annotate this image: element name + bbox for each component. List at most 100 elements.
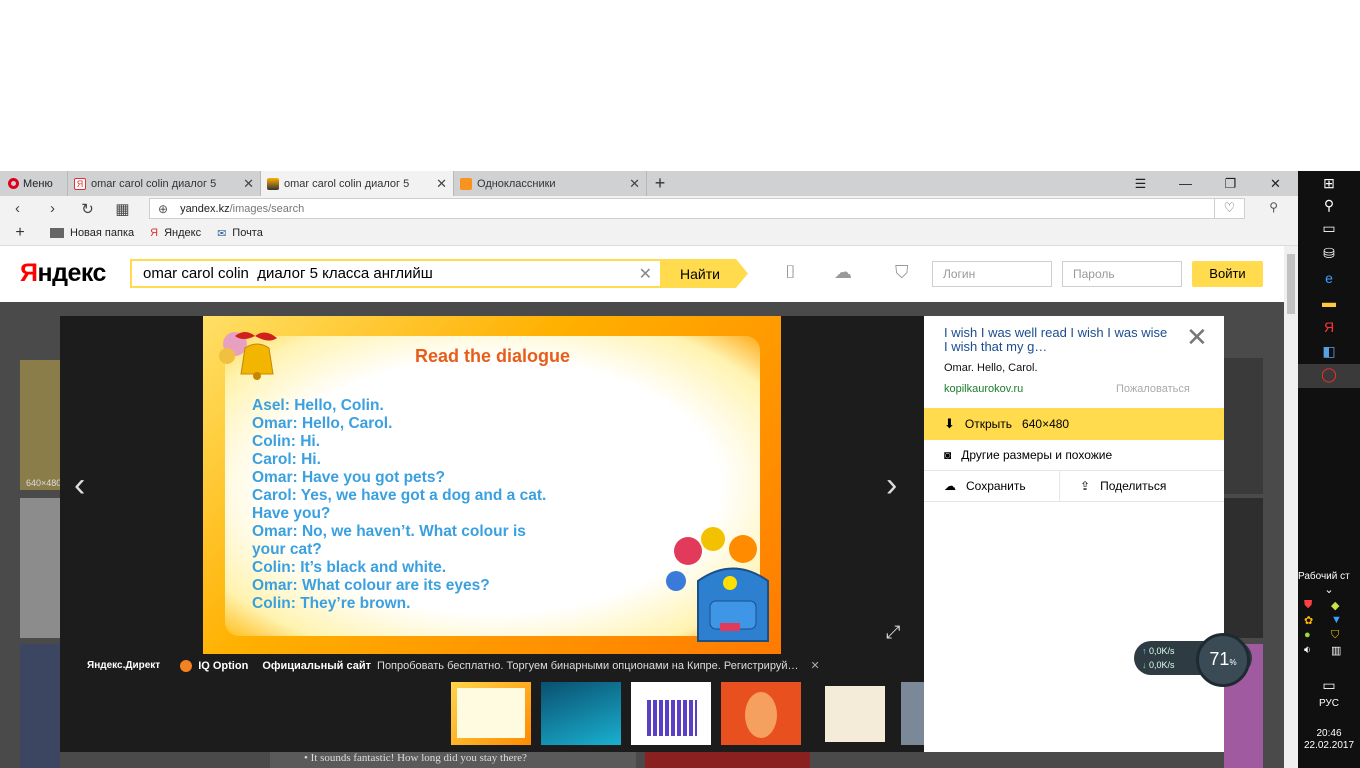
result-thumb[interactable] xyxy=(1224,358,1263,494)
tab-close-icon[interactable]: ✕ xyxy=(629,176,640,192)
shield-tray-icon[interactable]: ⛉ xyxy=(1331,629,1356,642)
url-path: /images/search xyxy=(229,202,305,215)
similar-thumb[interactable] xyxy=(901,682,924,745)
tab-3[interactable]: Одноклассники ✕ xyxy=(454,171,647,196)
plugin-icon[interactable]: ✿ xyxy=(1304,614,1329,627)
file-explorer-icon[interactable]: ▬ xyxy=(1318,294,1340,314)
clear-search-icon[interactable]: ✕ xyxy=(639,264,652,284)
back-icon[interactable]: ‹ xyxy=(0,200,35,217)
similar-thumb[interactable] xyxy=(631,682,711,745)
yandex-browser-icon[interactable]: Я xyxy=(1318,319,1340,339)
screen: Меню Я omar carol colin диалог 5 ✕ omar … xyxy=(0,0,1360,768)
language-indicator[interactable]: РУС xyxy=(1298,698,1360,709)
app-icon[interactable]: ◧ xyxy=(1318,343,1340,363)
net-rates: ↑ 0,0K/s ↓ 0,0K/s xyxy=(1142,644,1175,672)
forward-icon[interactable]: › xyxy=(35,200,70,217)
similar-thumb[interactable] xyxy=(811,682,891,745)
task-view-icon[interactable]: ▭ xyxy=(1318,220,1340,240)
login-field[interactable]: Логин xyxy=(932,261,1052,287)
windows-start-icon[interactable]: ⊞ xyxy=(1318,175,1340,195)
store-icon[interactable]: ⛁ xyxy=(1318,245,1340,265)
extension-icon[interactable]: ⚲ xyxy=(1269,200,1278,214)
result-thumb[interactable] xyxy=(1224,498,1263,638)
result-thumb[interactable] xyxy=(20,644,60,768)
bookmark-folder[interactable]: Новая папка xyxy=(50,227,134,239)
camera-search-icon[interactable]: ⌷ xyxy=(785,262,796,283)
yandex-logo[interactable]: Яндекс xyxy=(20,259,106,288)
edge-icon[interactable]: e xyxy=(1318,270,1340,290)
speed-dial-icon[interactable]: ▦ xyxy=(105,200,140,218)
snippet-text: It sounds fantastic! How long did you st… xyxy=(310,752,527,764)
url-field[interactable]: ⊕ yandex.kz/images/search ♡ xyxy=(149,198,1245,219)
tab-close-icon[interactable]: ✕ xyxy=(243,176,254,192)
opera-taskbar-icon[interactable]: ◯ xyxy=(1318,366,1340,386)
bookmark-label: Почта xyxy=(232,227,263,239)
notifications-icon[interactable]: ▭ xyxy=(1318,677,1340,697)
save-button[interactable]: ☁ Сохранить xyxy=(924,471,1059,501)
shield-icon[interactable]: ⛉ xyxy=(895,262,909,283)
bell-decoration-icon xyxy=(219,332,277,380)
other-sizes-row[interactable]: ◙ Другие размеры и похожие xyxy=(924,440,1224,471)
opera-logo-icon xyxy=(8,178,19,189)
find-button[interactable]: Найти xyxy=(662,259,748,288)
bookmark-yandex[interactable]: Я Яндекс xyxy=(150,227,201,239)
source-title-link[interactable]: I wish I was well read I wish I was wise… xyxy=(944,326,1174,354)
open-image-button[interactable]: ⬇ Открыть 640×480 xyxy=(924,408,1224,440)
result-thumb[interactable] xyxy=(20,360,60,490)
minimize-icon[interactable]: — xyxy=(1163,176,1208,191)
page-scrollbar[interactable] xyxy=(1284,246,1298,768)
security-icon[interactable]: ▼ xyxy=(1331,614,1356,627)
new-tab-button[interactable]: + xyxy=(647,171,673,196)
tab-menu-icon[interactable]: ☰ xyxy=(1118,176,1163,192)
tab-1[interactable]: Я omar carol colin диалог 5 ✕ xyxy=(68,171,261,196)
antivirus-icon[interactable]: ⛊ xyxy=(1304,599,1329,612)
thumb-size-label: 640×480 xyxy=(26,478,62,488)
reload-icon[interactable]: ↻ xyxy=(70,200,105,218)
weather-cloud-icon[interactable]: ☁ xyxy=(834,262,852,283)
search-input[interactable] xyxy=(132,261,612,286)
next-image-arrow-icon[interactable]: › xyxy=(886,466,897,505)
clock[interactable]: 20:46 22.02.2017 xyxy=(1298,728,1360,752)
login-button[interactable]: Войти xyxy=(1192,261,1263,287)
dialogue-line: Omar: Hello, Carol. xyxy=(252,415,393,432)
similar-thumb[interactable] xyxy=(541,682,621,745)
other-sizes-cell[interactable]: ◙ Другие размеры и похожие xyxy=(924,440,1112,470)
result-thumb[interactable] xyxy=(645,752,810,768)
download-value: 0,0K/s xyxy=(1149,660,1175,670)
result-thumb[interactable] xyxy=(20,498,60,638)
dialogue-line: Asel: Hello, Colin. xyxy=(252,397,384,414)
tab-close-icon[interactable]: ✕ xyxy=(436,176,447,192)
network-meter-widget[interactable]: ↑ 0,0K/s ↓ 0,0K/s 71% xyxy=(1134,633,1252,687)
layers-icon[interactable]: ◆ xyxy=(1331,599,1356,612)
preview-image[interactable]: Read the dialogue Asel: Hello, Colin. Om… xyxy=(203,316,781,654)
green-app-icon[interactable]: ● xyxy=(1304,629,1329,642)
add-bookmark-icon[interactable]: + xyxy=(0,224,40,242)
close-viewer-icon[interactable]: ✕ xyxy=(1186,322,1208,353)
bookmark-mail[interactable]: ✉ Почта xyxy=(217,227,263,240)
volume-icon[interactable]: 🔉︎ xyxy=(1304,644,1329,657)
dialogue-line: your cat? xyxy=(252,541,322,558)
fullscreen-expand-icon[interactable]: ⤢ xyxy=(886,622,900,643)
share-button[interactable]: ⇪ Поделиться xyxy=(1059,471,1166,501)
password-field[interactable]: Пароль xyxy=(1062,261,1182,287)
tab-title: omar carol colin диалог 5 xyxy=(91,177,217,190)
similar-thumb[interactable] xyxy=(721,682,801,745)
dialogue-line: Colin: They’re brown. xyxy=(252,595,411,612)
bookmark-heart-icon[interactable]: ♡ xyxy=(1214,198,1244,219)
close-window-icon[interactable]: ✕ xyxy=(1253,176,1298,192)
network-icon[interactable]: ▥ xyxy=(1331,644,1356,657)
restore-icon[interactable]: ❐ xyxy=(1208,176,1253,192)
desktop-toolbar-label[interactable]: Рабочий ст xyxy=(1298,571,1360,582)
source-host-link[interactable]: kopilkaurokov.ru xyxy=(944,383,1023,395)
prev-image-arrow-icon[interactable]: ‹ xyxy=(74,466,85,505)
download-icon: ⬇ xyxy=(944,416,955,431)
tab-2-active[interactable]: omar carol colin диалог 5 ✕ xyxy=(261,171,454,196)
direct-ad[interactable]: Яндекс.Директ IQ Option Официальный сайт… xyxy=(87,659,902,672)
search-icon[interactable]: ⚲ xyxy=(1318,197,1340,217)
similar-thumb[interactable] xyxy=(451,682,531,745)
scrollbar-thumb[interactable] xyxy=(1287,254,1295,314)
report-link[interactable]: Пожаловаться xyxy=(1116,383,1190,395)
dialogue-line: Omar: No, we haven’t. What colour is xyxy=(252,523,526,540)
opera-menu-button[interactable]: Меню xyxy=(0,171,68,196)
ad-close-icon[interactable]: ✕ xyxy=(810,659,819,672)
